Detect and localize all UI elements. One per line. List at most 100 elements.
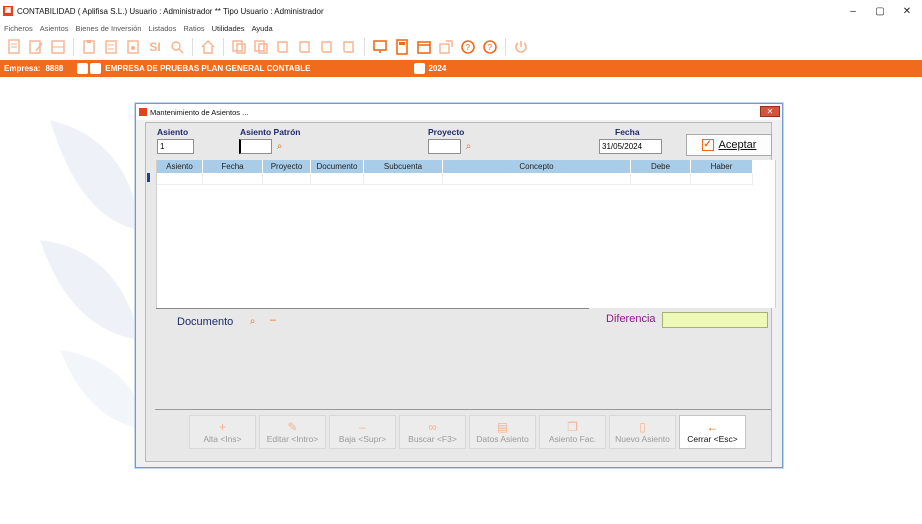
menu-ratios[interactable]: Ratios [183, 24, 204, 33]
asiento-input[interactable]: 1 [157, 139, 194, 154]
column-asiento[interactable]: Asiento [157, 160, 203, 173]
minimize-button[interactable]: – [838, 0, 868, 22]
svg-text:?: ? [466, 43, 471, 52]
asiento-label: Asiento [157, 127, 189, 137]
monitor-icon[interactable] [369, 37, 391, 57]
datos-asiento-label: Datos Asiento [476, 433, 529, 444]
cerrar-button[interactable]: ← Cerrar <Esc> [679, 415, 746, 449]
menu-ayuda[interactable]: Ayuda [252, 24, 273, 33]
edit-icon: ✎ [287, 419, 298, 434]
edit-document-icon[interactable] [25, 37, 47, 57]
scroll-3-icon[interactable] [316, 37, 338, 57]
asiento-patron-input[interactable] [239, 139, 272, 154]
scroll-4-icon[interactable] [338, 37, 360, 57]
baja-button[interactable]: – Baja <Supr> [329, 415, 396, 449]
clipboard-icon[interactable] [78, 37, 100, 57]
menu-listados[interactable]: Listados [148, 24, 176, 33]
menu-utilidades[interactable]: Utilidades [212, 24, 245, 33]
proyecto-search-icon[interactable]: ⌕ [462, 140, 475, 153]
refresh-icon[interactable] [77, 63, 89, 74]
buscar-button[interactable]: ∞ Buscar <F3> [399, 415, 466, 449]
alta-button[interactable]: + Alta <Ins> [189, 415, 256, 449]
search-user-icon[interactable] [166, 37, 188, 57]
documents-icon[interactable] [228, 37, 250, 57]
year-icon[interactable] [414, 63, 426, 74]
editar-button[interactable]: ✎ Editar <Intro> [259, 415, 326, 449]
folder-icon[interactable] [90, 63, 102, 74]
column-concepto[interactable]: Concepto [443, 160, 631, 173]
empresa-bar: Empresa: 8888 EMPRESA DE PRUEBAS PLAN GE… [0, 60, 922, 77]
alta-label: Alta <Ins> [203, 433, 242, 444]
document-icon: ▤ [496, 419, 509, 434]
proyecto-input[interactable] [428, 139, 461, 154]
dialog-close-button[interactable]: ✕ [760, 106, 780, 117]
drawer-icon[interactable] [47, 37, 69, 57]
close-button[interactable]: ✕ [892, 0, 922, 22]
menu-bar: Ficheros Asientos Bienes de Inversión Li… [0, 22, 273, 34]
column-proyecto[interactable]: Proyecto [263, 160, 311, 173]
fecha-input[interactable]: 31/05/2024 [599, 139, 662, 154]
nuevo-asiento-button[interactable]: ▯ Nuevo Asiento [609, 415, 676, 449]
calculator-icon[interactable] [391, 37, 413, 57]
proyecto-label: Proyecto [428, 127, 465, 137]
minus-icon: – [359, 419, 366, 434]
documents-2-icon[interactable] [250, 37, 272, 57]
column-fecha[interactable]: Fecha [203, 160, 263, 173]
ledger-icon[interactable] [100, 37, 122, 57]
window-title: CONTABILIDAD ( Aplifisa S.L.) Usuario : … [17, 6, 324, 16]
scroll-icon[interactable] [272, 37, 294, 57]
help-icon[interactable]: ? [479, 37, 501, 57]
dialog-title: Mantenimiento de Asientos ... [150, 107, 249, 117]
home-icon[interactable] [197, 37, 219, 57]
balance-icon[interactable] [122, 37, 144, 57]
empresa-year: 2024 [428, 64, 447, 73]
datos-asiento-button[interactable]: ▤ Datos Asiento [469, 415, 536, 449]
empresa-name: EMPRESA DE PRUEBAS PLAN GENERAL CONTABLE [105, 64, 311, 73]
column-documento[interactable]: Documento [311, 160, 364, 173]
maximize-button[interactable]: ▢ [865, 0, 895, 22]
documento-label: Documento [177, 316, 234, 328]
export-icon[interactable] [435, 37, 457, 57]
asientos-dialog: Mantenimiento de Asientos ... ✕ Asiento … [135, 103, 783, 468]
copy-icon: ❐ [567, 419, 578, 434]
baja-label: Baja <Supr> [338, 433, 387, 444]
column-debe[interactable]: Debe [631, 160, 691, 173]
si-icon[interactable]: SI [144, 37, 166, 57]
asiento-patron-label: Asiento Patrón [240, 127, 301, 137]
documento-remove-icon[interactable]: – [270, 314, 276, 326]
grid-scrollbar[interactable] [753, 160, 775, 308]
asiento-fac-label: Asiento Fac. [548, 433, 597, 444]
app-logo-icon: ▣ [3, 6, 13, 16]
toolbar: SI ? ? [0, 35, 922, 59]
fecha-label: Fecha [615, 127, 640, 137]
asientos-grid[interactable]: Asiento Fecha Proyecto Documento Subcuen… [156, 160, 776, 308]
calendar-icon[interactable] [413, 37, 435, 57]
toolbar-divider [364, 38, 365, 56]
report-icon[interactable] [3, 37, 25, 57]
new-document-icon: ▯ [639, 419, 646, 434]
diferencia-label: Diferencia [606, 313, 656, 325]
table-row[interactable] [157, 173, 753, 185]
empresa-code: 8888 [45, 64, 64, 73]
scroll-2-icon[interactable] [294, 37, 316, 57]
dialog-app-icon [139, 108, 147, 116]
documento-divider [156, 308, 589, 309]
toolbar-divider [192, 38, 193, 56]
menu-asientos[interactable]: Asientos [40, 24, 69, 33]
documento-search-icon[interactable]: ⌕ [246, 315, 259, 328]
asiento-patron-search-icon[interactable]: ⌕ [273, 140, 286, 153]
menu-bienes-inversion[interactable]: Bienes de Inversión [76, 24, 142, 33]
action-button-bar: + Alta <Ins> ✎ Editar <Intro> – Baja <Su… [155, 409, 771, 457]
asiento-fac-button[interactable]: ❐ Asiento Fac. [539, 415, 606, 449]
aceptar-button[interactable]: ✓ Aceptar [686, 134, 772, 156]
help-chat-icon[interactable]: ? [457, 37, 479, 57]
column-haber[interactable]: Haber [691, 160, 753, 173]
power-icon[interactable] [510, 37, 532, 57]
column-subcuenta[interactable]: Subcuenta [364, 160, 443, 173]
menu-ficheros[interactable]: Ficheros [4, 24, 33, 33]
toolbar-divider [505, 38, 506, 56]
diferencia-field [662, 312, 768, 328]
toolbar-divider [223, 38, 224, 56]
dialog-body: Asiento 1 Asiento Patrón ⌕ Proyecto ⌕ Fe… [145, 122, 776, 462]
buscar-label: Buscar <F3> [408, 433, 457, 444]
